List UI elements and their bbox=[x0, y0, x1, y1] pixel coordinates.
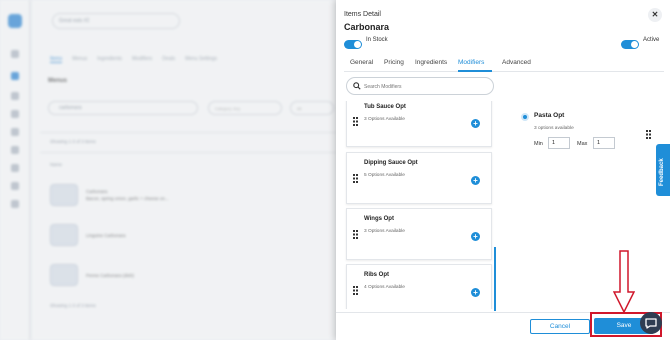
tab-modifiers[interactable]: Modifiers bbox=[458, 59, 484, 66]
in-stock-toggle[interactable] bbox=[344, 40, 362, 49]
modifier-name: Wings Opt bbox=[364, 216, 394, 222]
modifier-name: Dipping Sauce Opt bbox=[364, 160, 418, 166]
drag-handle-icon[interactable] bbox=[353, 117, 358, 126]
active-label: Active bbox=[643, 37, 660, 43]
modifier-card[interactable]: Tub Sauce Opt 3 Options Available + bbox=[346, 101, 492, 147]
modifier-search[interactable] bbox=[346, 77, 494, 95]
active-toggle[interactable] bbox=[621, 40, 639, 49]
min-label: Min bbox=[534, 141, 543, 147]
down-arrow-annotation bbox=[613, 250, 635, 314]
modifier-options: 3 Options Available bbox=[364, 117, 405, 122]
drag-handle-icon[interactable] bbox=[646, 130, 651, 139]
selected-radio-icon[interactable] bbox=[521, 113, 529, 121]
detail-tabs: General Pricing Ingredients Modifiers Ad… bbox=[344, 56, 664, 72]
modifier-options: 5 Options Available bbox=[364, 173, 405, 178]
tab-pricing[interactable]: Pricing bbox=[384, 59, 404, 66]
max-label: Max bbox=[577, 141, 588, 147]
modifier-name: Tub Sauce Opt bbox=[364, 104, 406, 110]
search-icon bbox=[353, 82, 361, 90]
feedback-label: Feedback bbox=[659, 158, 665, 186]
drag-handle-icon[interactable] bbox=[353, 286, 358, 295]
modifier-options: 4 Options Available bbox=[364, 285, 405, 290]
add-modifier-icon[interactable]: + bbox=[471, 232, 480, 241]
modifier-name: Ribs Opt bbox=[364, 272, 389, 278]
drag-handle-icon[interactable] bbox=[353, 174, 358, 183]
modifier-card[interactable]: Dipping Sauce Opt 5 Options Available + bbox=[346, 152, 492, 204]
modifier-card[interactable]: Ribs Opt 4 Options Available + bbox=[346, 264, 492, 309]
modal-overlay[interactable] bbox=[0, 0, 336, 340]
chat-icon bbox=[645, 318, 657, 329]
search-input[interactable] bbox=[364, 81, 489, 92]
max-input[interactable]: 1 bbox=[593, 137, 615, 149]
close-icon[interactable]: ✕ bbox=[648, 8, 662, 22]
tab-advanced[interactable]: Advanced bbox=[502, 59, 531, 66]
feedback-tab[interactable]: Feedback bbox=[656, 144, 670, 196]
min-input[interactable]: 1 bbox=[548, 137, 570, 149]
tab-general[interactable]: General bbox=[350, 59, 373, 66]
add-modifier-icon[interactable]: + bbox=[471, 119, 480, 128]
modifier-options: 3 Options Available bbox=[364, 229, 405, 234]
add-modifier-icon[interactable]: + bbox=[471, 288, 480, 297]
selected-modifier-options: 3 options available bbox=[534, 126, 574, 131]
selected-modifiers: Pasta Opt 3 options available Min 1 Max … bbox=[508, 108, 656, 156]
drawer-subtitle: Items Detail bbox=[344, 11, 381, 18]
active-tab-indicator bbox=[458, 70, 492, 72]
tab-ingredients[interactable]: Ingredients bbox=[415, 59, 447, 66]
in-stock-label: In Stock bbox=[366, 37, 388, 43]
list-scrollbar[interactable] bbox=[494, 247, 496, 311]
cancel-button[interactable]: Cancel bbox=[530, 319, 590, 334]
selected-modifier-card[interactable]: Pasta Opt 3 options available Min 1 Max … bbox=[508, 108, 644, 156]
drag-handle-icon[interactable] bbox=[353, 230, 358, 239]
item-title: Carbonara bbox=[344, 22, 390, 32]
add-modifier-icon[interactable]: + bbox=[471, 176, 480, 185]
selected-modifier-name: Pasta Opt bbox=[534, 112, 565, 119]
modifier-list: Tub Sauce Opt 3 Options Available + Dipp… bbox=[344, 101, 498, 309]
modifier-card[interactable]: Wings Opt 3 Options Available + bbox=[346, 208, 492, 260]
chat-button[interactable] bbox=[640, 312, 662, 334]
